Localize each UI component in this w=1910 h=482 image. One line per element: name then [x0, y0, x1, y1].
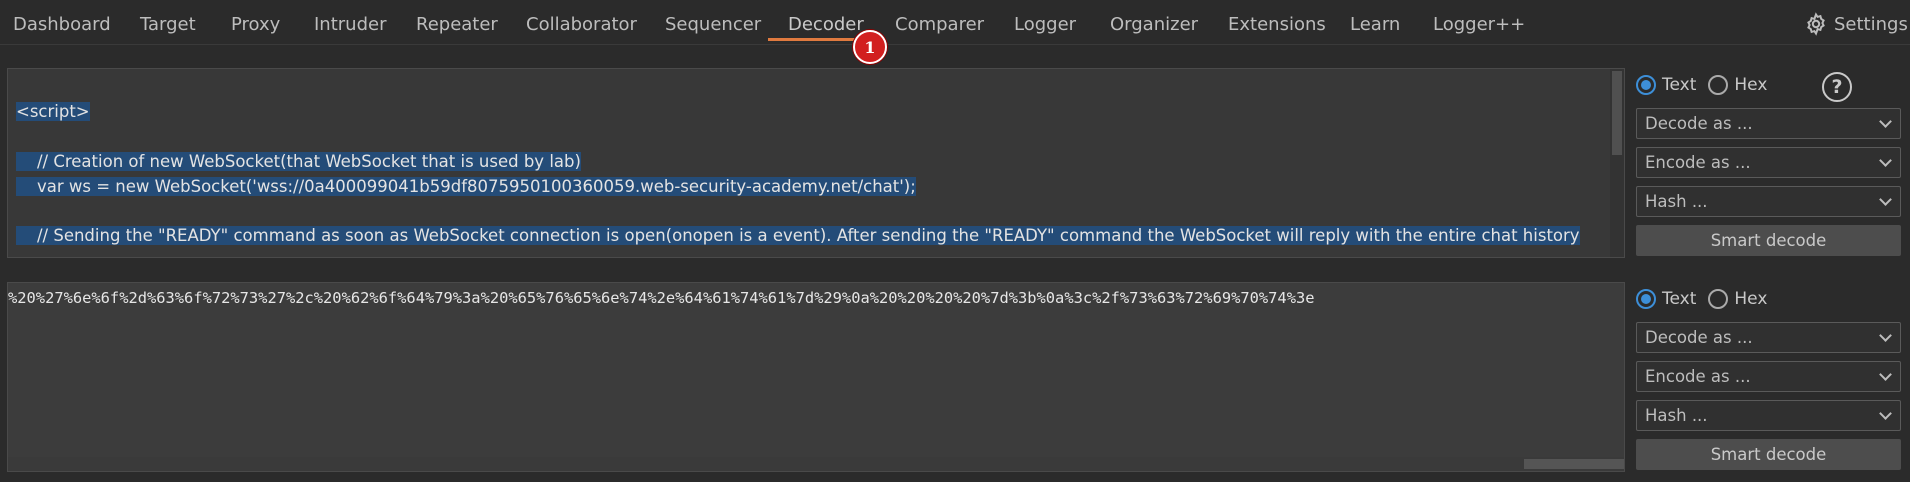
tab-target[interactable]: Target — [140, 14, 196, 40]
decoder-input-editor[interactable]: <script> // Creation of new WebSocket(th… — [7, 68, 1625, 258]
chevron-down-icon — [1879, 114, 1892, 128]
code-line: <script> — [16, 102, 90, 121]
tab-repeater[interactable]: Repeater — [416, 14, 498, 40]
chevron-down-icon — [1879, 367, 1892, 381]
code-line: // Creation of new WebSocket(that WebSoc… — [16, 152, 581, 171]
hex-radio[interactable] — [1708, 289, 1729, 309]
text-radio[interactable] — [1636, 289, 1656, 309]
tab-intruder[interactable]: Intruder — [314, 14, 386, 40]
tab-organizer[interactable]: Organizer — [1110, 14, 1198, 40]
code-line: // Sending the "READY" command as soon a… — [16, 226, 1580, 245]
encode-as-dropdown[interactable]: Encode as ... — [1636, 147, 1901, 178]
text-radio[interactable] — [1636, 75, 1656, 95]
settings-button[interactable]: Settings — [1804, 12, 1908, 36]
decode-as-dropdown[interactable]: Decode as ... — [1636, 108, 1901, 139]
decoder-controls-top: Text Hex ? Decode as ... Encode as ... H… — [1636, 70, 1901, 256]
tab-logger[interactable]: Logger — [1014, 14, 1076, 40]
tab-dashboard[interactable]: Dashboard — [13, 14, 111, 40]
settings-label: Settings — [1834, 13, 1908, 35]
smart-decode-button[interactable]: Smart decode — [1636, 225, 1901, 256]
tab-collaborator[interactable]: Collaborator — [526, 14, 637, 40]
tab-sequencer[interactable]: Sequencer — [665, 14, 761, 40]
encoded-output-text: %20%27%6e%6f%2d%63%6f%72%73%27%2c%20%62%… — [8, 289, 1315, 307]
vertical-scrollbar[interactable] — [1610, 69, 1624, 257]
chevron-down-icon — [1879, 406, 1892, 420]
chevron-down-icon — [1879, 192, 1892, 206]
tab-proxy[interactable]: Proxy — [231, 14, 280, 40]
tab-learn[interactable]: Learn — [1350, 14, 1400, 40]
tab-comparer[interactable]: Comparer — [895, 14, 984, 40]
smart-decode-button[interactable]: Smart decode — [1636, 439, 1901, 470]
chevron-down-icon — [1879, 153, 1892, 167]
tab-logger-plus-plus[interactable]: Logger++ — [1433, 14, 1525, 40]
encode-as-dropdown[interactable]: Encode as ... — [1636, 361, 1901, 392]
chevron-down-icon — [1879, 328, 1892, 342]
decoder-output-editor[interactable]: %20%27%6e%6f%2d%63%6f%72%73%27%2c%20%62%… — [7, 282, 1625, 472]
text-radio-label: Text — [1662, 75, 1697, 95]
help-icon[interactable]: ? — [1822, 72, 1852, 102]
hash-dropdown[interactable]: Hash ... — [1636, 400, 1901, 431]
active-tab-indicator — [768, 38, 864, 41]
text-radio-label: Text — [1662, 289, 1697, 309]
decoder-controls-bottom: Text Hex Decode as ... Encode as ... Has… — [1636, 284, 1901, 470]
gear-icon — [1807, 12, 1825, 36]
hex-radio-label: Hex — [1734, 289, 1768, 309]
tab-decoder[interactable]: Decoder — [788, 14, 864, 40]
hex-radio-label: Hex — [1734, 75, 1768, 95]
decode-as-dropdown[interactable]: Decode as ... — [1636, 322, 1901, 353]
step-badge: 1 — [853, 30, 887, 64]
horizontal-scrollbar[interactable] — [8, 457, 1624, 471]
hex-radio[interactable] — [1708, 75, 1729, 95]
code-line: var ws = new WebSocket('wss://0a40009904… — [16, 177, 916, 196]
tab-extensions[interactable]: Extensions — [1228, 14, 1326, 40]
main-tab-bar: Dashboard Target Proxy Intruder Repeater… — [0, 0, 1910, 45]
hash-dropdown[interactable]: Hash ... — [1636, 186, 1901, 217]
